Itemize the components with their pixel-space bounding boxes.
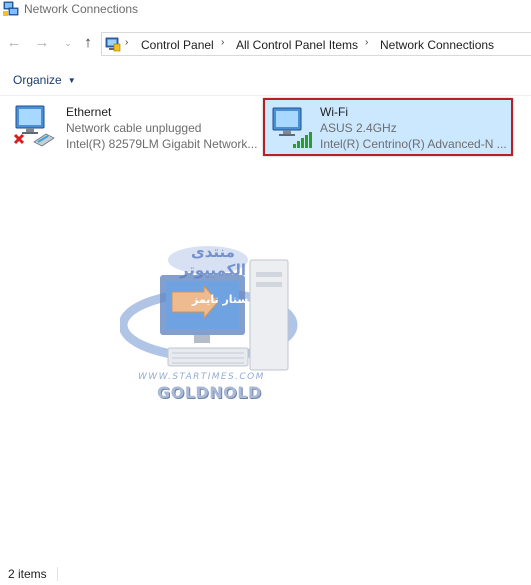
arrow-right-icon: →: [34, 34, 50, 51]
watermark-arabic-title: منتدى الكمبيوتر: [179, 243, 247, 279]
command-bar: Organize ▼: [0, 64, 531, 96]
up-button[interactable]: ↑: [79, 34, 97, 52]
connection-status: ASUS 2.4GHz: [320, 121, 397, 135]
forward-button[interactable]: →: [33, 34, 51, 52]
arrow-up-icon: ↑: [84, 34, 92, 51]
recent-locations-button[interactable]: ⌄: [59, 34, 77, 52]
connection-name: Wi-Fi: [320, 105, 348, 119]
address-bar[interactable]: › Control Panel › All Control Panel Item…: [101, 32, 531, 56]
watermark-name: GOLDNOLD: [157, 383, 262, 402]
watermark-url: WWW.STARTIMES.COM: [138, 372, 265, 382]
control-panel-icon: [105, 37, 121, 52]
wifi-adapter-connected-icon: [272, 107, 312, 148]
network-connections-icon: [3, 1, 19, 16]
watermark-arabic-sub: ستار تايمز: [192, 293, 249, 306]
breadcrumb-separator-icon[interactable]: ›: [365, 37, 368, 48]
back-button[interactable]: ←: [5, 34, 23, 52]
breadcrumb-network-connections[interactable]: Network Connections: [380, 38, 494, 52]
organize-button[interactable]: Organize ▼: [13, 73, 76, 87]
title-bar: Network Connections: [0, 0, 531, 22]
chevron-down-icon: ⌄: [64, 38, 72, 48]
connection-device: Intel(R) Centrino(R) Advanced-N ...: [320, 137, 507, 151]
status-bar: 2 items: [0, 563, 531, 585]
organize-label: Organize: [13, 73, 62, 87]
connection-name: Ethernet: [66, 105, 112, 119]
connection-status: Network cable unplugged: [66, 121, 202, 135]
item-count: 2 items: [8, 567, 47, 581]
connection-item-ethernet[interactable]: Ethernet Network cable unplugged Intel(R…: [8, 98, 260, 156]
connection-device: Intel(R) 82579LM Gigabit Network...: [66, 137, 258, 151]
breadcrumb-all-items[interactable]: All Control Panel Items: [236, 38, 358, 52]
breadcrumb-control-panel[interactable]: Control Panel: [141, 38, 214, 52]
arrow-left-icon: ←: [6, 34, 22, 51]
connection-item-wifi[interactable]: Wi-Fi ASUS 2.4GHz Intel(R) Centrino(R) A…: [263, 98, 513, 156]
ethernet-adapter-disconnected-icon: [13, 105, 55, 147]
caret-down-icon: ▼: [67, 76, 76, 85]
breadcrumb-separator-icon[interactable]: ›: [125, 37, 128, 48]
navigation-bar: ← → ⌄ ↑ › Control Panel › All Control Pa…: [0, 30, 531, 58]
status-divider: [57, 567, 58, 581]
window-title: Network Connections: [24, 2, 139, 16]
breadcrumb-separator-icon[interactable]: ›: [221, 37, 224, 48]
